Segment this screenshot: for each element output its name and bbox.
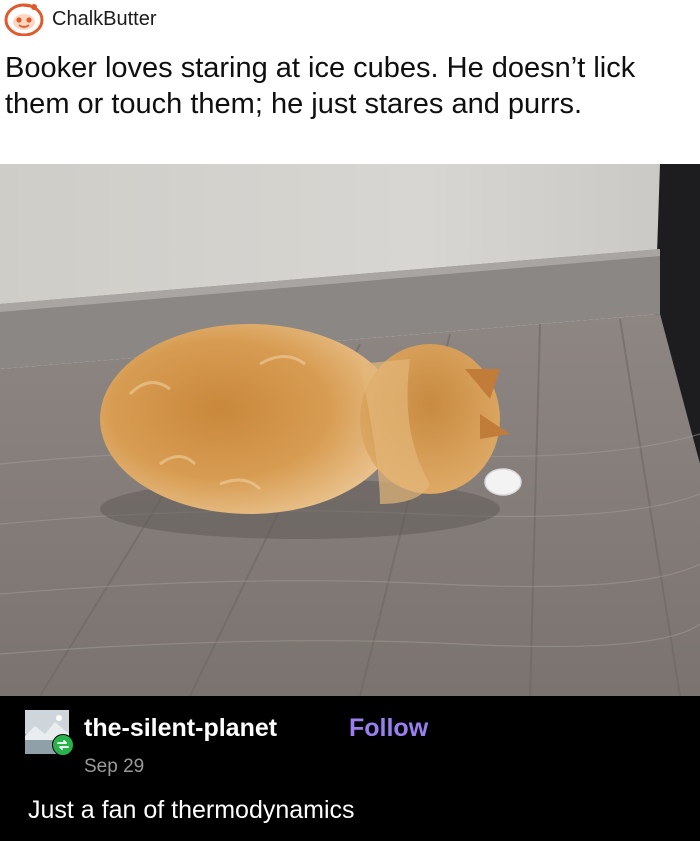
post-author-row: ChalkButter [4, 2, 157, 36]
reply-username[interactable]: the-silent-planet [84, 714, 277, 743]
tumblr-reply: the-silent-planet Follow Sep 29 Just a f… [0, 696, 700, 841]
post-username[interactable]: ChalkButter [52, 8, 157, 31]
reply-date: Sep 29 [84, 756, 145, 777]
follow-button[interactable]: Follow [349, 714, 428, 743]
orange-cat-and-ice-cube-photo [0, 164, 700, 696]
reply-body-text: Just a fan of thermodynamics [28, 796, 355, 824]
reblog-icon [52, 734, 74, 756]
reddit-snoo-avatar-icon[interactable] [4, 2, 44, 36]
post-body-text: Booker loves staring at ice cubes. He do… [5, 52, 636, 120]
reddit-post: ChalkButter Booker loves staring at ice … [0, 0, 700, 164]
